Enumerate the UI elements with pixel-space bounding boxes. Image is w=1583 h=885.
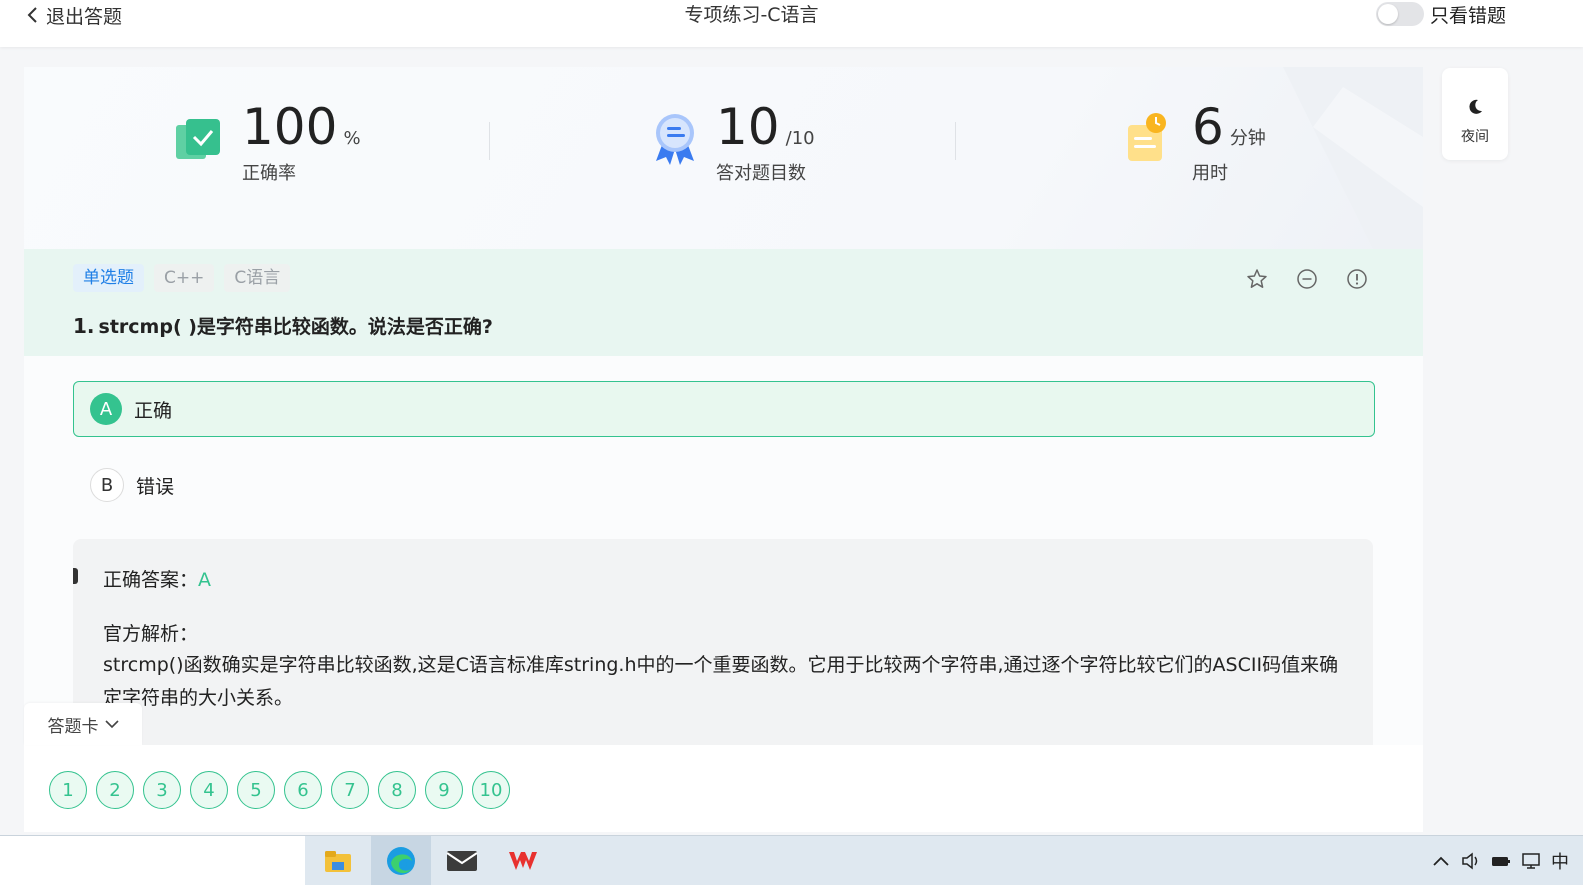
accuracy-label: 正确率 bbox=[242, 163, 296, 184]
question-type-tag: 单选题 bbox=[73, 264, 144, 292]
check-card-icon bbox=[176, 119, 220, 159]
chevron-down-icon bbox=[104, 720, 119, 729]
mail-icon bbox=[446, 850, 478, 871]
file-explorer-app[interactable] bbox=[308, 836, 368, 885]
night-mode-label: 夜间 bbox=[1461, 129, 1489, 145]
answer-sheet: 1 2 3 4 5 6 7 8 9 10 bbox=[24, 745, 1423, 832]
question-nav-7[interactable]: 7 bbox=[331, 771, 369, 809]
time-unit: 分钟 bbox=[1229, 128, 1266, 149]
chevron-up-icon[interactable] bbox=[1431, 852, 1451, 870]
mail-app[interactable] bbox=[432, 836, 492, 885]
star-icon[interactable] bbox=[1246, 268, 1268, 290]
section-marker bbox=[73, 568, 78, 584]
question-text-row: 1. strcmp( )是字符串比较函数。说法是否正确? bbox=[73, 312, 493, 339]
question-actions bbox=[1246, 268, 1368, 290]
page-title: 专项练习-C语言 bbox=[684, 4, 819, 26]
question-text: strcmp( )是字符串比较函数。说法是否正确? bbox=[98, 316, 493, 338]
only-wrong-toggle-group: 只看错题 bbox=[1376, 1, 1506, 27]
answer-sheet-body: 1 2 3 4 5 6 7 8 9 10 bbox=[24, 745, 1423, 832]
question-tag: C语言 bbox=[224, 264, 291, 292]
question-number: 1. bbox=[73, 314, 95, 338]
volume-icon[interactable] bbox=[1461, 851, 1481, 870]
network-icon[interactable] bbox=[1521, 852, 1541, 870]
answered-unit: /10 bbox=[785, 128, 815, 149]
night-mode-button[interactable]: 夜间 bbox=[1442, 68, 1508, 160]
only-wrong-label: 只看错题 bbox=[1430, 4, 1507, 27]
report-icon[interactable] bbox=[1346, 268, 1368, 290]
answered-value: 10 bbox=[716, 98, 780, 156]
question-nav-5[interactable]: 5 bbox=[237, 771, 275, 809]
option-text: 错误 bbox=[136, 475, 175, 498]
question-nav-3[interactable]: 3 bbox=[143, 771, 181, 809]
correct-answer-row: 正确答案：A bbox=[103, 565, 211, 592]
question-nav-4[interactable]: 4 bbox=[190, 771, 228, 809]
option-letter: A bbox=[90, 393, 122, 425]
option-text: 正确 bbox=[134, 399, 173, 422]
result-card: 100% 正确率 10/10 答对题目数 6 分钟 用时 单选题 C++ C语言… bbox=[24, 67, 1423, 832]
folder-icon bbox=[325, 850, 351, 872]
question-nav-8[interactable]: 8 bbox=[378, 771, 416, 809]
edge-browser-app[interactable] bbox=[371, 836, 431, 885]
top-bar: 退出答题 专项练习-C语言 只看错题 bbox=[0, 0, 1583, 47]
battery-icon[interactable] bbox=[1491, 852, 1511, 870]
accuracy-value: 100 bbox=[242, 98, 338, 156]
wps-icon bbox=[509, 851, 537, 870]
divider bbox=[955, 122, 956, 160]
moon-icon bbox=[1469, 99, 1482, 114]
option-b[interactable]: B 错误 bbox=[73, 457, 1375, 513]
taskbar-blank-area bbox=[0, 836, 305, 885]
award-ribbon-icon bbox=[656, 114, 694, 165]
answered-label: 答对题目数 bbox=[716, 163, 806, 184]
question-nav-1[interactable]: 1 bbox=[49, 771, 87, 809]
option-a[interactable]: A 正确 bbox=[73, 381, 1375, 437]
question-nav-9[interactable]: 9 bbox=[425, 771, 463, 809]
stats-panel: 100% 正确率 10/10 答对题目数 6 分钟 用时 bbox=[24, 67, 1423, 249]
correct-answer-label: 正确答案： bbox=[103, 569, 199, 591]
explanation-text: strcmp()函数确实是字符串比较函数,这是C语言标准库string.h中的一… bbox=[103, 654, 1339, 709]
system-tray: 中 bbox=[1431, 836, 1569, 885]
answer-sheet-toggle[interactable]: 答题卡 bbox=[24, 703, 142, 745]
correct-answer-value: A bbox=[198, 569, 212, 591]
divider bbox=[489, 122, 490, 160]
os-taskbar: 中 bbox=[0, 835, 1583, 885]
question-nav-2[interactable]: 2 bbox=[96, 771, 134, 809]
input-method-indicator[interactable]: 中 bbox=[1551, 848, 1569, 874]
answer-sheet-label: 答题卡 bbox=[47, 716, 99, 737]
only-wrong-toggle[interactable] bbox=[1376, 2, 1424, 26]
question-header: 单选题 C++ C语言 1. strcmp( )是字符串比较函数。说法是否正确? bbox=[24, 249, 1423, 356]
time-label: 用时 bbox=[1192, 163, 1228, 184]
minus-circle-icon[interactable] bbox=[1296, 268, 1318, 290]
time-value: 6 bbox=[1192, 98, 1224, 156]
clock-note-icon bbox=[1128, 113, 1166, 161]
edge-browser-icon bbox=[387, 846, 415, 875]
explanation-title: 官方解析： bbox=[103, 623, 199, 645]
wps-office-app[interactable] bbox=[493, 836, 553, 885]
question-nav-6[interactable]: 6 bbox=[284, 771, 322, 809]
option-letter: B bbox=[90, 468, 124, 502]
accuracy-unit: % bbox=[343, 128, 361, 149]
answer-sheet-numbers: 1 2 3 4 5 6 7 8 9 10 bbox=[49, 771, 510, 809]
question-tag: C++ bbox=[154, 264, 215, 292]
question-tags: 单选题 C++ C语言 bbox=[73, 264, 291, 292]
question-nav-10[interactable]: 10 bbox=[472, 771, 510, 809]
